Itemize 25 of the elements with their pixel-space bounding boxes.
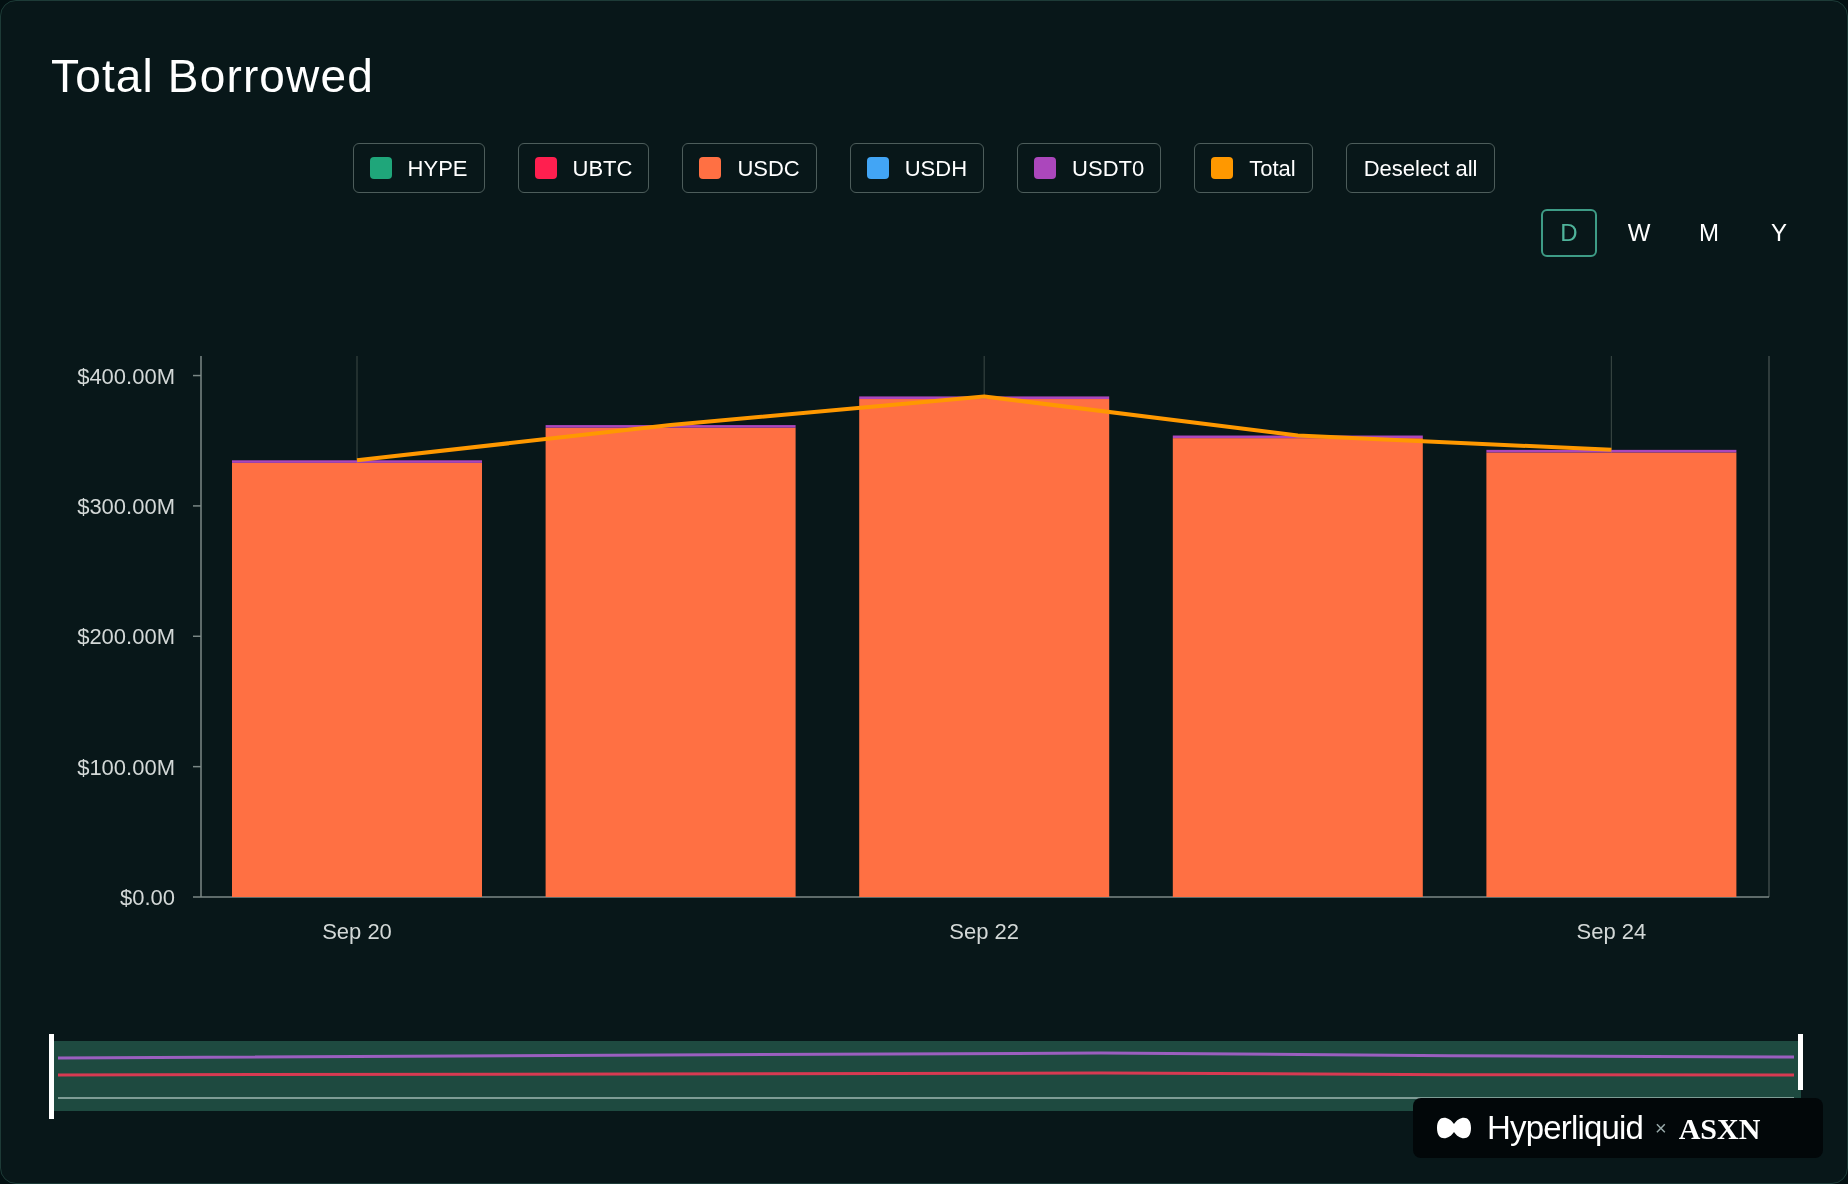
y-tick-label: $100.00M	[77, 754, 175, 780]
y-tick-label: $400.00M	[77, 363, 175, 389]
partner-name: ASXN	[1678, 1110, 1761, 1147]
legend-toggle[interactable]: HYPE	[352, 143, 485, 193]
y-tick-label: $200.00M	[77, 624, 175, 650]
range-handle[interactable]	[1798, 1034, 1803, 1090]
period-tab[interactable]: Y	[1751, 209, 1807, 257]
legend-toggle[interactable]: USDT0	[1017, 143, 1162, 193]
x-tick-label: Sep 20	[322, 919, 392, 944]
legend-toggle[interactable]: UBTC	[517, 143, 650, 193]
brand-name: Hyperliquid	[1487, 1108, 1643, 1149]
legend-toggle[interactable]: USDH	[849, 143, 985, 193]
chart-title: Total Borrowed	[51, 53, 374, 99]
y-tick-label: $0.00	[119, 885, 175, 910]
legend-toggle[interactable]: USDC	[682, 143, 817, 193]
period-tab[interactable]: M	[1681, 209, 1737, 257]
x-tick-label: Sep 24	[1576, 919, 1647, 944]
y-tick-label: $300.00M	[77, 493, 175, 519]
deselect-all-button[interactable]: Deselect all	[1345, 143, 1496, 193]
period-tab[interactable]: W	[1611, 209, 1667, 257]
period-tab[interactable]: D	[1541, 209, 1597, 257]
separator: ×	[1655, 1116, 1667, 1141]
legend-toggle[interactable]: Total	[1194, 143, 1313, 193]
x-tick-label: Sep 22	[949, 919, 1020, 944]
range-handle[interactable]	[49, 1034, 54, 1119]
